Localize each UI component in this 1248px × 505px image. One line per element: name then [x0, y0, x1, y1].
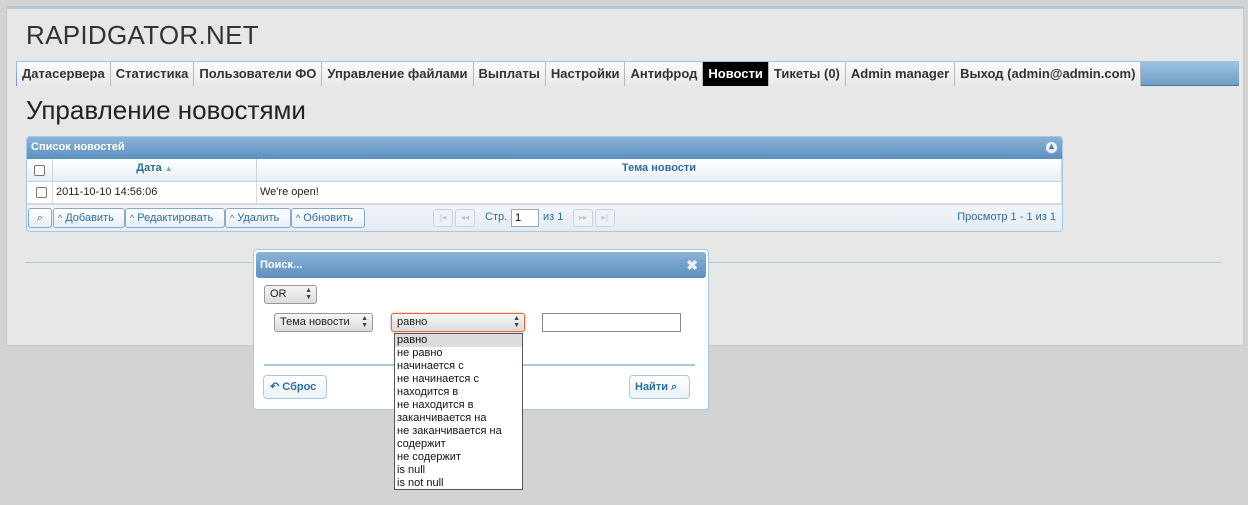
operator-option[interactable]: начинается с [395, 360, 522, 373]
add-button[interactable]: ^ Добавить [53, 208, 125, 228]
nav-item-antifraud[interactable]: Антифрод [625, 62, 704, 86]
next-page-icon[interactable]: ▸▸ [573, 209, 593, 227]
operator-option[interactable]: не равно [395, 347, 522, 360]
nav-item-payouts[interactable]: Выплаты [473, 62, 546, 86]
search-dialog-title-bar: Поиск... ✖ [256, 252, 706, 278]
operator-option[interactable]: не начинается с [395, 373, 522, 386]
search-dialog-title: Поиск... [260, 259, 303, 271]
operator-option[interactable]: не находится в [395, 399, 522, 412]
grid-header: Дата ▲ Тема новости [27, 159, 1062, 182]
page-title: Управление новостями [26, 95, 306, 125]
operator-dropdown: равно не равно начинается с не начинаетс… [394, 333, 523, 490]
operator-option[interactable]: содержит [395, 438, 522, 451]
row-date: 2011-10-10 14:56:06 [53, 182, 257, 203]
nav-item-fo-users[interactable]: Пользователи ФО [194, 62, 323, 86]
column-header-date[interactable]: Дата ▲ [53, 159, 257, 181]
column-header-date-label: Дата [136, 162, 162, 174]
find-button[interactable]: Найти ⌕ [629, 375, 690, 399]
table-row[interactable]: 2011-10-10 14:56:06 We're open! [27, 182, 1062, 204]
edit-icon: ^ [130, 213, 135, 223]
sort-icon[interactable]: ▲ [165, 160, 173, 178]
reset-button-label: Сброс [282, 381, 317, 393]
reset-icon: ↶ [270, 381, 283, 393]
reset-button[interactable]: ↶ Сброс [263, 375, 327, 399]
collapse-icon[interactable]: ▴ [1045, 141, 1058, 154]
group-operator-select[interactable]: OR ▲ ▼ [264, 285, 317, 304]
delete-button[interactable]: ^ Удалить [225, 208, 291, 228]
updown-icon: ▲ ▼ [305, 287, 312, 301]
prev-page-icon[interactable]: ◂◂ [455, 209, 475, 227]
nav-item-tickets[interactable]: Тикеты (0) [768, 62, 846, 86]
close-icon[interactable]: ✖ [686, 252, 698, 278]
last-page-icon[interactable]: ▸| [595, 209, 615, 227]
updown-icon: ▲ ▼ [361, 315, 368, 329]
nav-item-dataservers[interactable]: Датасервера [17, 62, 111, 86]
delete-icon: ^ [230, 213, 235, 223]
updown-icon: ▲ ▼ [513, 315, 520, 329]
operator-option[interactable]: не содержит [395, 451, 522, 464]
group-operator-value: OR [270, 288, 287, 300]
add-icon: ^ [58, 213, 63, 223]
refresh-button-label: Обновить [303, 212, 354, 224]
row-topic: We're open! [257, 182, 1062, 203]
row-checkbox[interactable] [35, 187, 47, 198]
edit-button-label: Редактировать [137, 212, 214, 224]
search-value-input[interactable] [542, 313, 681, 332]
page-number-input[interactable]: 1 [511, 209, 539, 227]
operator-option[interactable]: is null [395, 464, 522, 477]
first-page-icon[interactable]: |◂ [433, 209, 453, 227]
grid-caption: Список новостей ▴ [27, 137, 1062, 159]
news-grid: Список новостей ▴ Дата ▲ Тема новости 20… [26, 136, 1063, 232]
nav-item-settings[interactable]: Настройки [545, 62, 626, 86]
operator-option[interactable]: не заканчивается на [395, 425, 522, 438]
search-button[interactable]: ⌕ [28, 208, 52, 228]
nav-item-admin-manager[interactable]: Admin manager [845, 62, 956, 86]
find-button-label: Найти [635, 381, 668, 393]
delete-button-label: Удалить [237, 212, 280, 224]
page-count: из 1 [543, 211, 564, 223]
operator-option[interactable]: равно [395, 334, 522, 347]
search-icon: ⌕ [36, 212, 44, 224]
main-nav: Датасервера Статистика Пользователи ФО У… [16, 61, 1239, 86]
refresh-icon: ^ [296, 213, 301, 223]
field-select[interactable]: Тема новости ▲ ▼ [274, 313, 373, 332]
refresh-button[interactable]: ^ Обновить [291, 208, 365, 228]
operator-option[interactable]: находится в [395, 386, 522, 399]
row-select-cell [27, 182, 53, 203]
add-button-label: Добавить [65, 212, 114, 224]
nav-item-logout[interactable]: Выход (admin@admin.com) [955, 62, 1142, 86]
nav-item-news[interactable]: Новости [703, 62, 769, 86]
select-all-checkbox[interactable] [34, 164, 45, 176]
search-icon: ⌕ [667, 381, 678, 393]
operator-select-value: равно [397, 316, 428, 328]
operator-option[interactable]: is not null [395, 477, 522, 490]
grid-caption-text: Список новостей [31, 141, 125, 153]
operator-select[interactable]: равно ▲ ▼ [391, 313, 525, 332]
nav-item-statistics[interactable]: Статистика [110, 62, 195, 86]
site-title: RAPIDGATOR.NET [26, 20, 259, 50]
grid-pager: ⌕ ^ Добавить ^ Редактировать ^ Удалить ^ Обн… [27, 204, 1062, 231]
field-select-value: Тема новости [280, 316, 350, 328]
edit-button[interactable]: ^ Редактировать [125, 208, 225, 228]
page-label: Стр. [485, 211, 508, 223]
nav-item-file-management[interactable]: Управление файлами [322, 62, 474, 86]
column-header-topic[interactable]: Тема новости [257, 159, 1062, 181]
select-all-cell [27, 159, 53, 181]
records-info: Просмотр 1 - 1 из 1 [957, 211, 1056, 223]
operator-option[interactable]: заканчивается на [395, 412, 522, 425]
